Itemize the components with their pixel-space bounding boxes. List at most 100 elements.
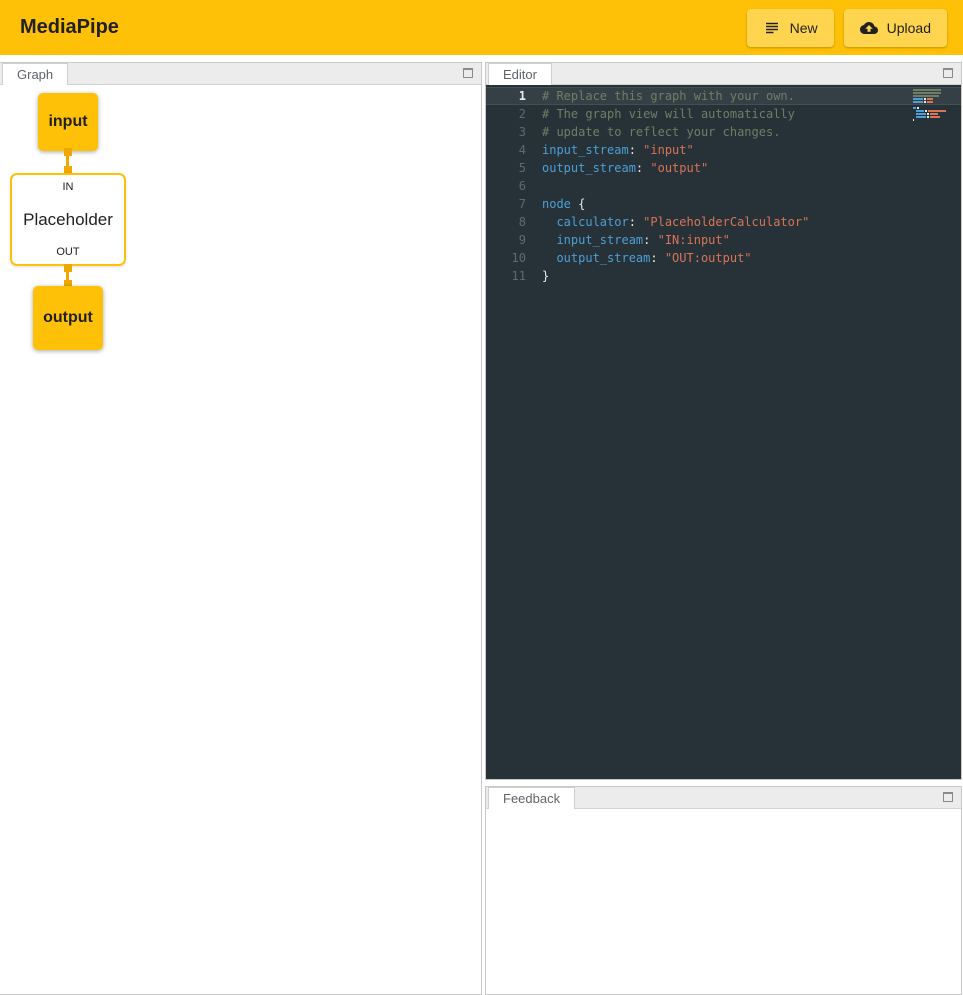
graph-node-output-label: output [43, 309, 93, 327]
minimap-segment [916, 116, 926, 118]
editor-minimap[interactable] [913, 89, 949, 121]
code-line[interactable]: output_stream: "output" [542, 159, 961, 177]
minimap-segment [930, 116, 940, 118]
minimap-segment [916, 110, 924, 112]
minimap-line [913, 98, 949, 100]
code-token-string: "input" [643, 143, 694, 157]
minimap-segment [913, 89, 941, 91]
minimap-segment [924, 98, 926, 100]
minimap-segment [924, 101, 926, 103]
menu-lines-icon [763, 19, 781, 37]
tab-feedback[interactable]: Feedback [488, 787, 575, 809]
minimap-line [913, 110, 949, 112]
editor-code[interactable]: # Replace this graph with your own. # The… [538, 87, 961, 779]
minimap-segment [928, 110, 946, 112]
line-number: 10 [486, 249, 526, 267]
minimap-segment [913, 116, 915, 118]
placeholder-out-port: OUT [56, 246, 79, 258]
new-button[interactable]: New [747, 9, 834, 47]
graph-maximize-icon[interactable] [463, 68, 473, 78]
minimap-line [913, 92, 949, 94]
graph-canvas[interactable]: input IN Placeholder OUT output [0, 85, 481, 994]
minimap-segment [917, 107, 919, 109]
code-token-comment: # Replace this graph with your own. [542, 89, 795, 103]
new-button-label: New [790, 20, 818, 36]
tab-editor-label: Editor [503, 67, 537, 82]
minimap-segment [913, 98, 923, 100]
code-token-punct: } [542, 269, 549, 283]
code-line[interactable]: input_stream: "IN:input" [542, 231, 961, 249]
minimap-segment [913, 119, 914, 121]
minimap-segment [913, 113, 915, 115]
code-line[interactable] [542, 177, 961, 195]
code-line[interactable]: } [542, 267, 961, 285]
minimap-line [913, 116, 949, 118]
line-number: 3 [486, 123, 526, 141]
feedback-maximize-icon[interactable] [943, 792, 953, 802]
minimap-line [913, 89, 949, 91]
editor-panel-header: Editor [486, 63, 961, 85]
minimap-segment [927, 98, 933, 100]
graph-panel: Graph input IN Placeholder OUT output [0, 62, 482, 995]
feedback-panel-header: Feedback [486, 787, 961, 809]
code-token-punct: : [643, 233, 657, 247]
minimap-segment [927, 113, 929, 115]
cloud-upload-icon [860, 19, 878, 37]
minimap-segment [927, 101, 933, 103]
code-line[interactable]: calculator: "PlaceholderCalculator" [542, 213, 961, 231]
tab-graph[interactable]: Graph [2, 63, 68, 85]
code-token-punct: : [629, 215, 643, 229]
minimap-line [913, 113, 949, 115]
minimap-segment [916, 113, 926, 115]
line-number: 7 [486, 195, 526, 213]
minimap-line [913, 95, 949, 97]
code-token-punct: : [636, 161, 650, 175]
code-line[interactable]: # update to reflect your changes. [542, 123, 961, 141]
code-token-key: input_stream [542, 143, 629, 157]
code-editor[interactable]: 1234567891011 # Replace this graph with … [486, 85, 961, 779]
graph-node-input-label: input [48, 113, 87, 131]
minimap-line [913, 119, 949, 121]
graph-node-output[interactable]: output [33, 286, 103, 350]
line-number: 9 [486, 231, 526, 249]
code-token-comment: # update to reflect your changes. [542, 125, 780, 139]
code-token-comment: # The graph view will automatically [542, 107, 795, 121]
code-token-key: input_stream [556, 233, 643, 247]
minimap-segment [913, 101, 923, 103]
tab-editor[interactable]: Editor [488, 63, 552, 85]
line-number: 5 [486, 159, 526, 177]
minimap-segment [913, 95, 939, 97]
code-line[interactable]: node { [542, 195, 961, 213]
code-line[interactable]: input_stream: "input" [542, 141, 961, 159]
code-token-punct [542, 251, 556, 265]
line-number: 6 [486, 177, 526, 195]
header-buttons: New Upload [747, 9, 953, 47]
code-line[interactable]: # Replace this graph with your own. [542, 87, 961, 105]
minimap-segment [930, 113, 938, 115]
upload-button[interactable]: Upload [844, 9, 947, 47]
minimap-segment [925, 110, 927, 112]
minimap-segment [927, 116, 929, 118]
editor-maximize-icon[interactable] [943, 68, 953, 78]
code-token-key: calculator [556, 215, 628, 229]
tab-feedback-label: Feedback [503, 791, 560, 806]
line-number: 2 [486, 105, 526, 123]
upload-button-label: Upload [887, 20, 931, 36]
code-token-punct: { [571, 197, 585, 211]
minimap-segment [913, 110, 915, 112]
code-line[interactable]: output_stream: "OUT:output" [542, 249, 961, 267]
minimap-segment [913, 107, 916, 109]
feedback-panel: Feedback [485, 786, 962, 995]
editor-panel: Editor 1234567891011 # Replace this grap… [485, 62, 962, 780]
code-token-key: node [542, 197, 571, 211]
graph-panel-header: Graph [0, 63, 481, 85]
line-number: 4 [486, 141, 526, 159]
code-line[interactable]: # The graph view will automatically [542, 105, 961, 123]
graph-node-input[interactable]: input [38, 93, 98, 151]
placeholder-node-label: Placeholder [23, 210, 113, 230]
code-token-punct: : [629, 143, 643, 157]
line-number: 1 [486, 87, 526, 105]
graph-node-placeholder[interactable]: IN Placeholder OUT [10, 173, 126, 266]
placeholder-in-port: IN [63, 181, 74, 193]
app-header: MediaPipe New Upload [0, 0, 963, 55]
